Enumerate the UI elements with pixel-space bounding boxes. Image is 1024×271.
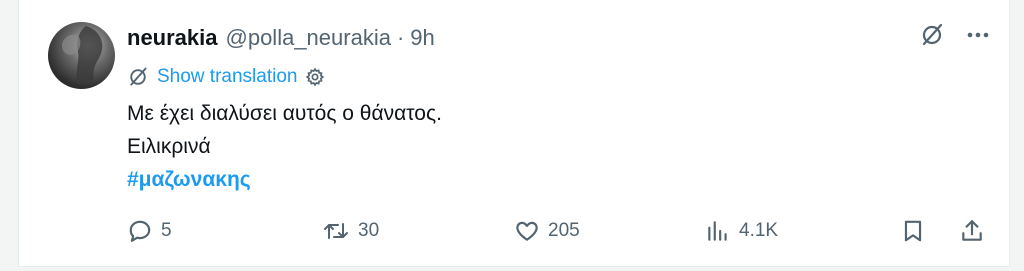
- bookmark-icon: [900, 218, 926, 244]
- tweet-text-line-2: Ειλικρινά: [127, 135, 211, 158]
- share-icon: [959, 218, 985, 244]
- like-button[interactable]: 205: [514, 218, 580, 244]
- tweet-text: Με έχει διαλύσει αυτός ο θάνατος. Ειλικρ…: [127, 97, 442, 196]
- tweet-header: neurakia @polla_neurakia · 9h: [127, 24, 435, 52]
- like-count: 205: [548, 220, 580, 241]
- views-count: 4.1K: [739, 220, 779, 241]
- gear-icon[interactable]: [305, 67, 325, 87]
- like-icon: [514, 218, 540, 244]
- reply-icon: [127, 218, 153, 244]
- more-icon[interactable]: [967, 31, 989, 39]
- retweet-button[interactable]: 30: [322, 218, 379, 244]
- views-button[interactable]: 4.1K: [705, 218, 778, 244]
- bookmark-button[interactable]: [900, 218, 926, 244]
- timestamp[interactable]: 9h: [410, 25, 434, 51]
- tweet-card[interactable]: neurakia @polla_neurakia · 9h Show trans…: [18, 0, 1010, 267]
- reply-button[interactable]: 5: [127, 218, 172, 244]
- user-handle[interactable]: @polla_neurakia: [226, 25, 391, 51]
- reply-count: 5: [161, 220, 172, 241]
- views-icon: [705, 218, 731, 244]
- translate-icon: [127, 66, 149, 88]
- translation-row: Show translation: [127, 63, 325, 91]
- tweet-actions: 5 30 205 4.1K: [127, 216, 997, 250]
- tweet-text-line-1: Με έχει διαλύσει αυτός ο θάνατος.: [127, 102, 442, 125]
- grok-icon[interactable]: [919, 22, 945, 48]
- avatar[interactable]: [48, 22, 115, 89]
- separator-dot: ·: [396, 25, 405, 50]
- hashtag-link[interactable]: #μαζωνακης: [127, 163, 442, 196]
- display-name[interactable]: neurakia: [127, 25, 218, 51]
- retweet-count: 30: [358, 220, 380, 241]
- tweet-top-right-actions: [919, 22, 989, 48]
- retweet-icon: [322, 218, 350, 244]
- show-translation-link[interactable]: Show translation: [157, 66, 297, 88]
- share-button[interactable]: [959, 218, 985, 244]
